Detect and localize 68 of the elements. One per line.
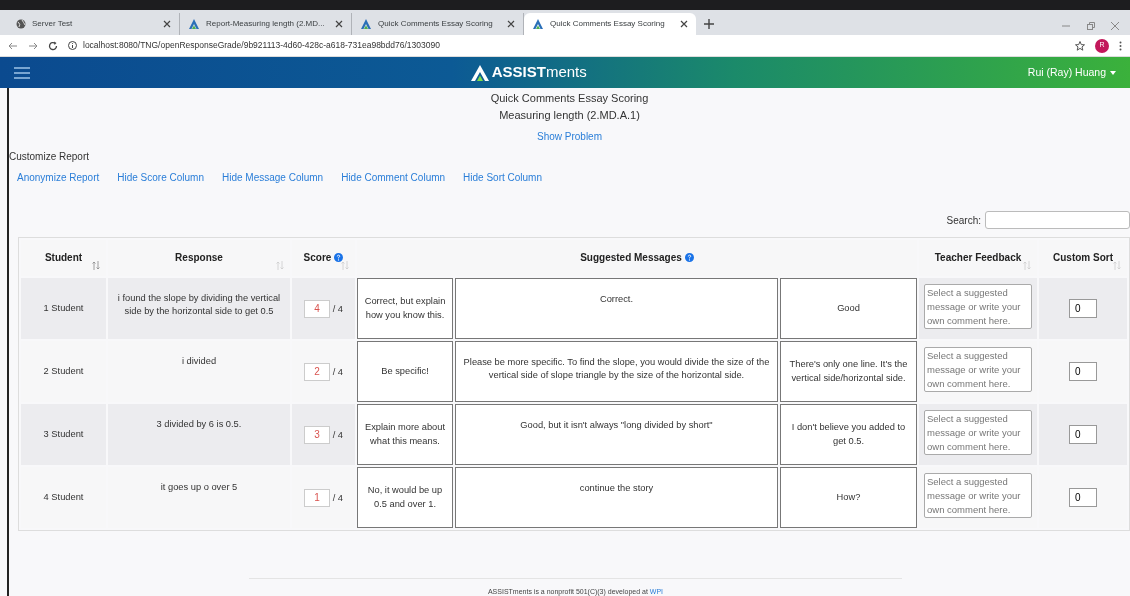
customize-link[interactable]: Hide Message Column: [222, 170, 324, 185]
student-cell: 1 Student: [21, 278, 106, 339]
section-label: Customize Report: [9, 150, 91, 164]
info-icon: [68, 41, 77, 50]
suggested-message[interactable]: Correct.: [455, 278, 778, 339]
response-cell: i found the slope by dividing the vertical side by the horizontal side to get 0.5: [108, 278, 290, 339]
feedback-field[interactable]: Select a suggested message or write your own comment here.: [924, 346, 1032, 392]
show-problem-link[interactable]: Show Problem: [537, 131, 602, 142]
suggested-message[interactable]: No, it would be up 0.5 and over 1.: [357, 467, 453, 528]
customize-link[interactable]: Hide Comment Column: [341, 170, 446, 185]
address-bar[interactable]: localhost:8080/TNG/openResponseGrade/9b921113-4d60-428c-a618-731ea98bdd76/1303090: [68, 39, 1065, 52]
menu-icon[interactable]: [14, 66, 30, 79]
search-label: Search:: [946, 213, 981, 228]
sort-field[interactable]: 0: [1069, 299, 1097, 318]
new-tab-icon[interactable]: [704, 18, 714, 29]
score-max: / 4: [332, 430, 344, 440]
feedback-field[interactable]: Select a suggested message or write your own comment here.: [924, 472, 1032, 518]
help-icon[interactable]: [334, 253, 344, 262]
customize-link[interactable]: Hide Score Column: [117, 170, 204, 185]
suggested-message[interactable]: There's only one line. It's the vertical side/horizontal side.: [780, 341, 917, 402]
browser-tab[interactable]: Quick Comments Essay Scoring: [524, 13, 696, 35]
restore-icon[interactable]: [1086, 21, 1095, 30]
sort-icon[interactable]: [92, 261, 100, 270]
customize-link[interactable]: Anonymize Report: [17, 170, 100, 185]
search-field[interactable]: [985, 211, 1130, 229]
suggested-message[interactable]: continue the story: [455, 467, 778, 528]
logo-icon: [360, 18, 372, 30]
student-cell: 3 Student: [21, 404, 106, 465]
score-max: / 4: [332, 304, 344, 314]
feedback-field[interactable]: Select a suggested message or write your own comment here.: [924, 283, 1032, 329]
suggested-message[interactable]: Good, but it isn't always "long divided by short": [455, 404, 778, 465]
suggested-message[interactable]: Please be more specific. To find the slope, you would divide the size of the vertical side of slope triangle by the size of the horizontal side.: [455, 341, 778, 402]
score-max: / 4: [332, 493, 344, 503]
globe-icon: [16, 19, 26, 29]
close-icon[interactable]: [680, 20, 688, 28]
more-icon[interactable]: [1119, 40, 1122, 51]
forward-icon[interactable]: [28, 40, 38, 51]
sort-field[interactable]: 0: [1069, 425, 1097, 444]
score-max: / 4: [332, 367, 344, 377]
help-icon[interactable]: [684, 253, 694, 262]
suggested-message[interactable]: Correct, but explain how you know this.: [357, 278, 453, 339]
brand-logo-text: ASSISTments: [491, 62, 587, 83]
score-field[interactable]: 4: [303, 299, 330, 318]
close-icon[interactable]: [507, 20, 515, 28]
page-subtitle: Measuring length (2.MD.A.1): [498, 108, 641, 123]
score-field[interactable]: 1: [303, 488, 330, 507]
logo-icon: [471, 64, 489, 81]
feedback-field[interactable]: Select a suggested message or write your own comment here.: [924, 409, 1032, 455]
suggested-message[interactable]: Be specific!: [357, 341, 453, 402]
close-icon[interactable]: [163, 20, 171, 28]
logo-icon: [532, 18, 544, 30]
suggested-message[interactable]: How?: [780, 467, 917, 528]
sort-field[interactable]: 0: [1069, 488, 1097, 507]
caret-icon: [1110, 70, 1116, 75]
customize-link[interactable]: Hide Sort Column: [463, 170, 542, 185]
suggested-message[interactable]: Good: [780, 278, 917, 339]
score-field[interactable]: 3: [303, 425, 330, 444]
suggested-message[interactable]: I don't believe you added to get 0.5.: [780, 404, 917, 465]
response-cell: 3 divided by 6 is 0.5.: [108, 404, 290, 465]
sort-field[interactable]: 0: [1069, 362, 1097, 381]
star-icon[interactable]: [1075, 40, 1085, 51]
logo-icon: [188, 18, 200, 30]
score-field[interactable]: 2: [303, 362, 330, 381]
reload-icon[interactable]: [48, 40, 58, 51]
page-title: Quick Comments Essay Scoring: [489, 91, 650, 106]
close-icon[interactable]: [335, 20, 343, 28]
back-icon[interactable]: [8, 40, 18, 51]
suggested-message[interactable]: Explain more about what this means.: [357, 404, 453, 465]
